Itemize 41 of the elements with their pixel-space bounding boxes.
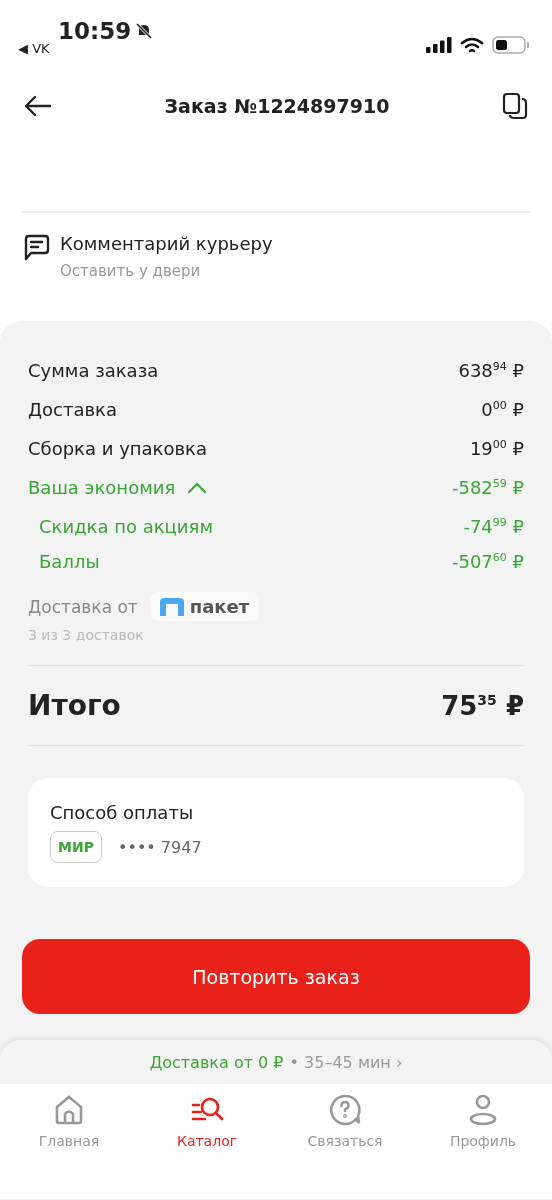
summary-amount: -507$^{60}$ ₽ [451, 550, 524, 572]
chevron-up-icon[interactable] [187, 481, 208, 494]
tab[interactable]: Связаться [285, 1092, 405, 1158]
wifi-icon [460, 36, 484, 54]
battery-icon [492, 36, 530, 54]
summary-label: Доставка [28, 399, 117, 420]
back-to-app-link[interactable]: ◀ VK [18, 41, 154, 56]
copy-icon[interactable] [502, 92, 528, 120]
delivery-banner[interactable]: Доставка от 0 ₽ • 35–45 мин › [0, 1040, 552, 1084]
summary-amount: -74$^{99}$ ₽ [463, 516, 524, 537]
card-brand-logo: МИР [50, 831, 102, 863]
summary-label: Сумма заказа [28, 360, 159, 381]
delivery-note: 3 из 3 доставок [28, 627, 524, 666]
summary-amount: 19$^{00}$ ₽ [469, 438, 524, 459]
delivery-by-label: Доставка от [28, 596, 138, 617]
summary-amount: 0$^{00}$ ₽ [481, 399, 524, 420]
clock: 10:59 [58, 18, 132, 44]
payment-title: Способ оплаты [50, 802, 195, 823]
summary-amount: -582$^{59}$ ₽ [451, 477, 524, 498]
comment-title[interactable]: Комментарий курьеру [60, 233, 273, 254]
tab[interactable]: Профиль [423, 1092, 543, 1158]
total-label: Итого [28, 689, 121, 722]
summary-amount: 638$^{94}$ ₽ [458, 360, 524, 381]
back-arrow-icon[interactable] [24, 95, 52, 117]
brand-logo: пакет [149, 592, 260, 621]
muted-bell-icon [135, 22, 154, 40]
chat-icon [22, 233, 50, 261]
repeat-order-button[interactable]: Повторить заказ [22, 939, 530, 1014]
comment-value: Оставить у двери [60, 262, 202, 280]
arch-icon [159, 597, 184, 616]
summary-label: Сборка и упаковка [28, 438, 207, 459]
summary-label: Баллы [39, 550, 100, 572]
signal-icon [426, 37, 452, 53]
summary-label: Скидка по акциям [39, 516, 213, 537]
card-number: •••• 7947 [118, 837, 202, 857]
total-amount: 75$^{35}$ ₽ [441, 690, 524, 721]
order-title: Заказ №1224897910 [164, 95, 390, 117]
help-chat-icon [328, 1093, 362, 1127]
tab[interactable]: Каталог [147, 1092, 267, 1158]
summary-label[interactable]: Ваша экономия [28, 477, 176, 498]
tab[interactable]: Главная [9, 1092, 129, 1158]
